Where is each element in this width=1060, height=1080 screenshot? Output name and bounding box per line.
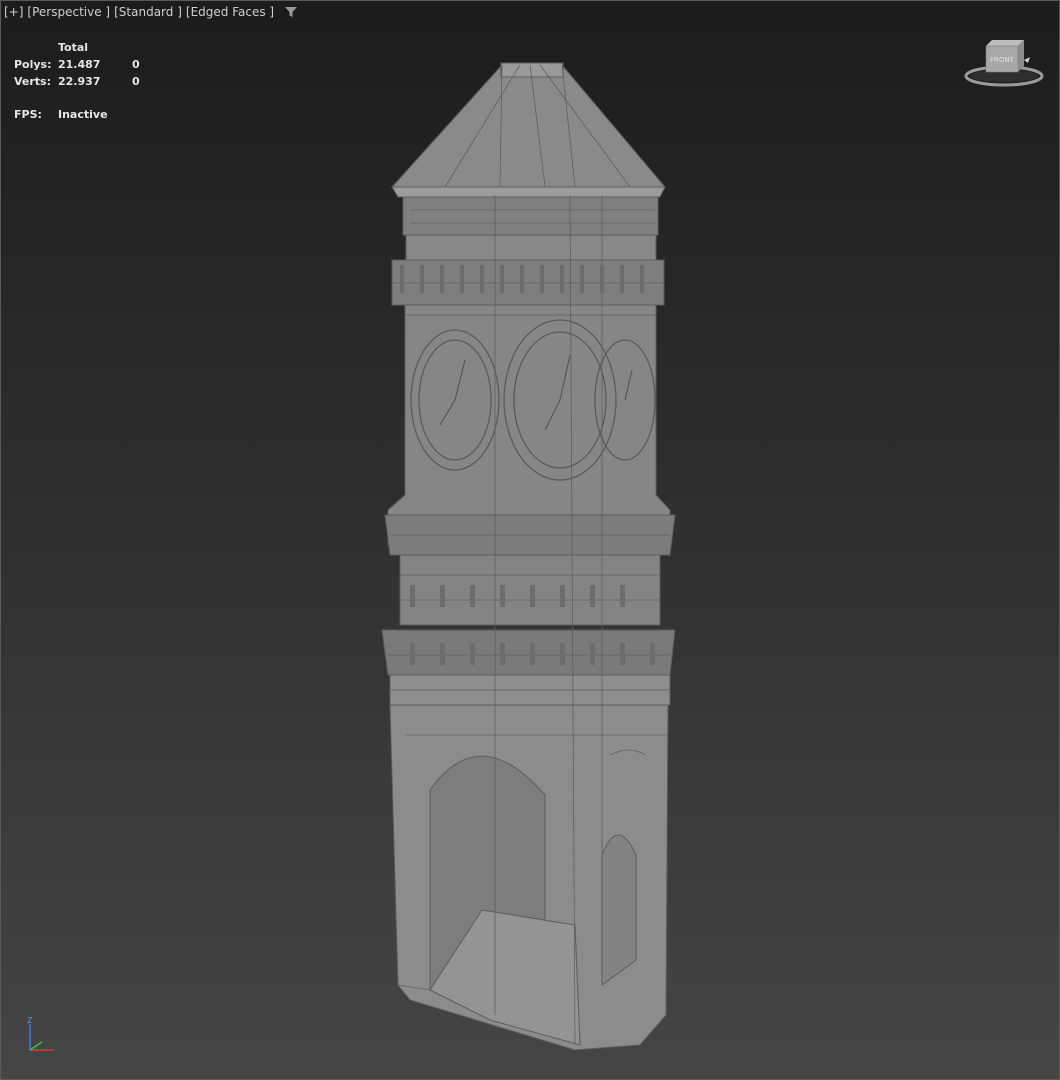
polys-label: Polys:: [14, 58, 52, 71]
clock-tower-model[interactable]: [370, 55, 690, 1055]
viewport-shading-menu[interactable]: [Standard ]: [114, 5, 182, 19]
viewport-view-menu[interactable]: [Perspective ]: [27, 5, 110, 19]
axis-z-label: Z: [27, 1016, 33, 1025]
perspective-viewport[interactable]: [+] [Perspective ] [Standard ] [Edged Fa…: [0, 0, 1060, 1080]
viewport-edged-faces-menu[interactable]: [Edged Faces ]: [186, 5, 274, 19]
polys-selected: 0: [132, 58, 140, 71]
verts-label: Verts:: [14, 75, 52, 88]
verts-total: 22.937: [58, 75, 101, 88]
axis-tripod-icon: Z: [27, 1016, 54, 1051]
stats-total-header: Total: [58, 41, 89, 54]
filter-icon[interactable]: [284, 5, 298, 19]
fps-label: FPS:: [14, 108, 42, 121]
polys-total: 21.487: [58, 58, 101, 71]
fps-value: Inactive: [58, 108, 108, 121]
fps-readout: FPS: Inactive: [14, 108, 108, 121]
viewport-plus-menu[interactable]: [+]: [4, 5, 23, 19]
viewcube-front-label[interactable]: FRONT: [990, 56, 1015, 64]
verts-selected: 0: [132, 75, 140, 88]
viewport-label-menu: [+] [Perspective ] [Standard ] [Edged Fa…: [4, 5, 298, 19]
viewcube[interactable]: FRONT: [962, 36, 1046, 94]
